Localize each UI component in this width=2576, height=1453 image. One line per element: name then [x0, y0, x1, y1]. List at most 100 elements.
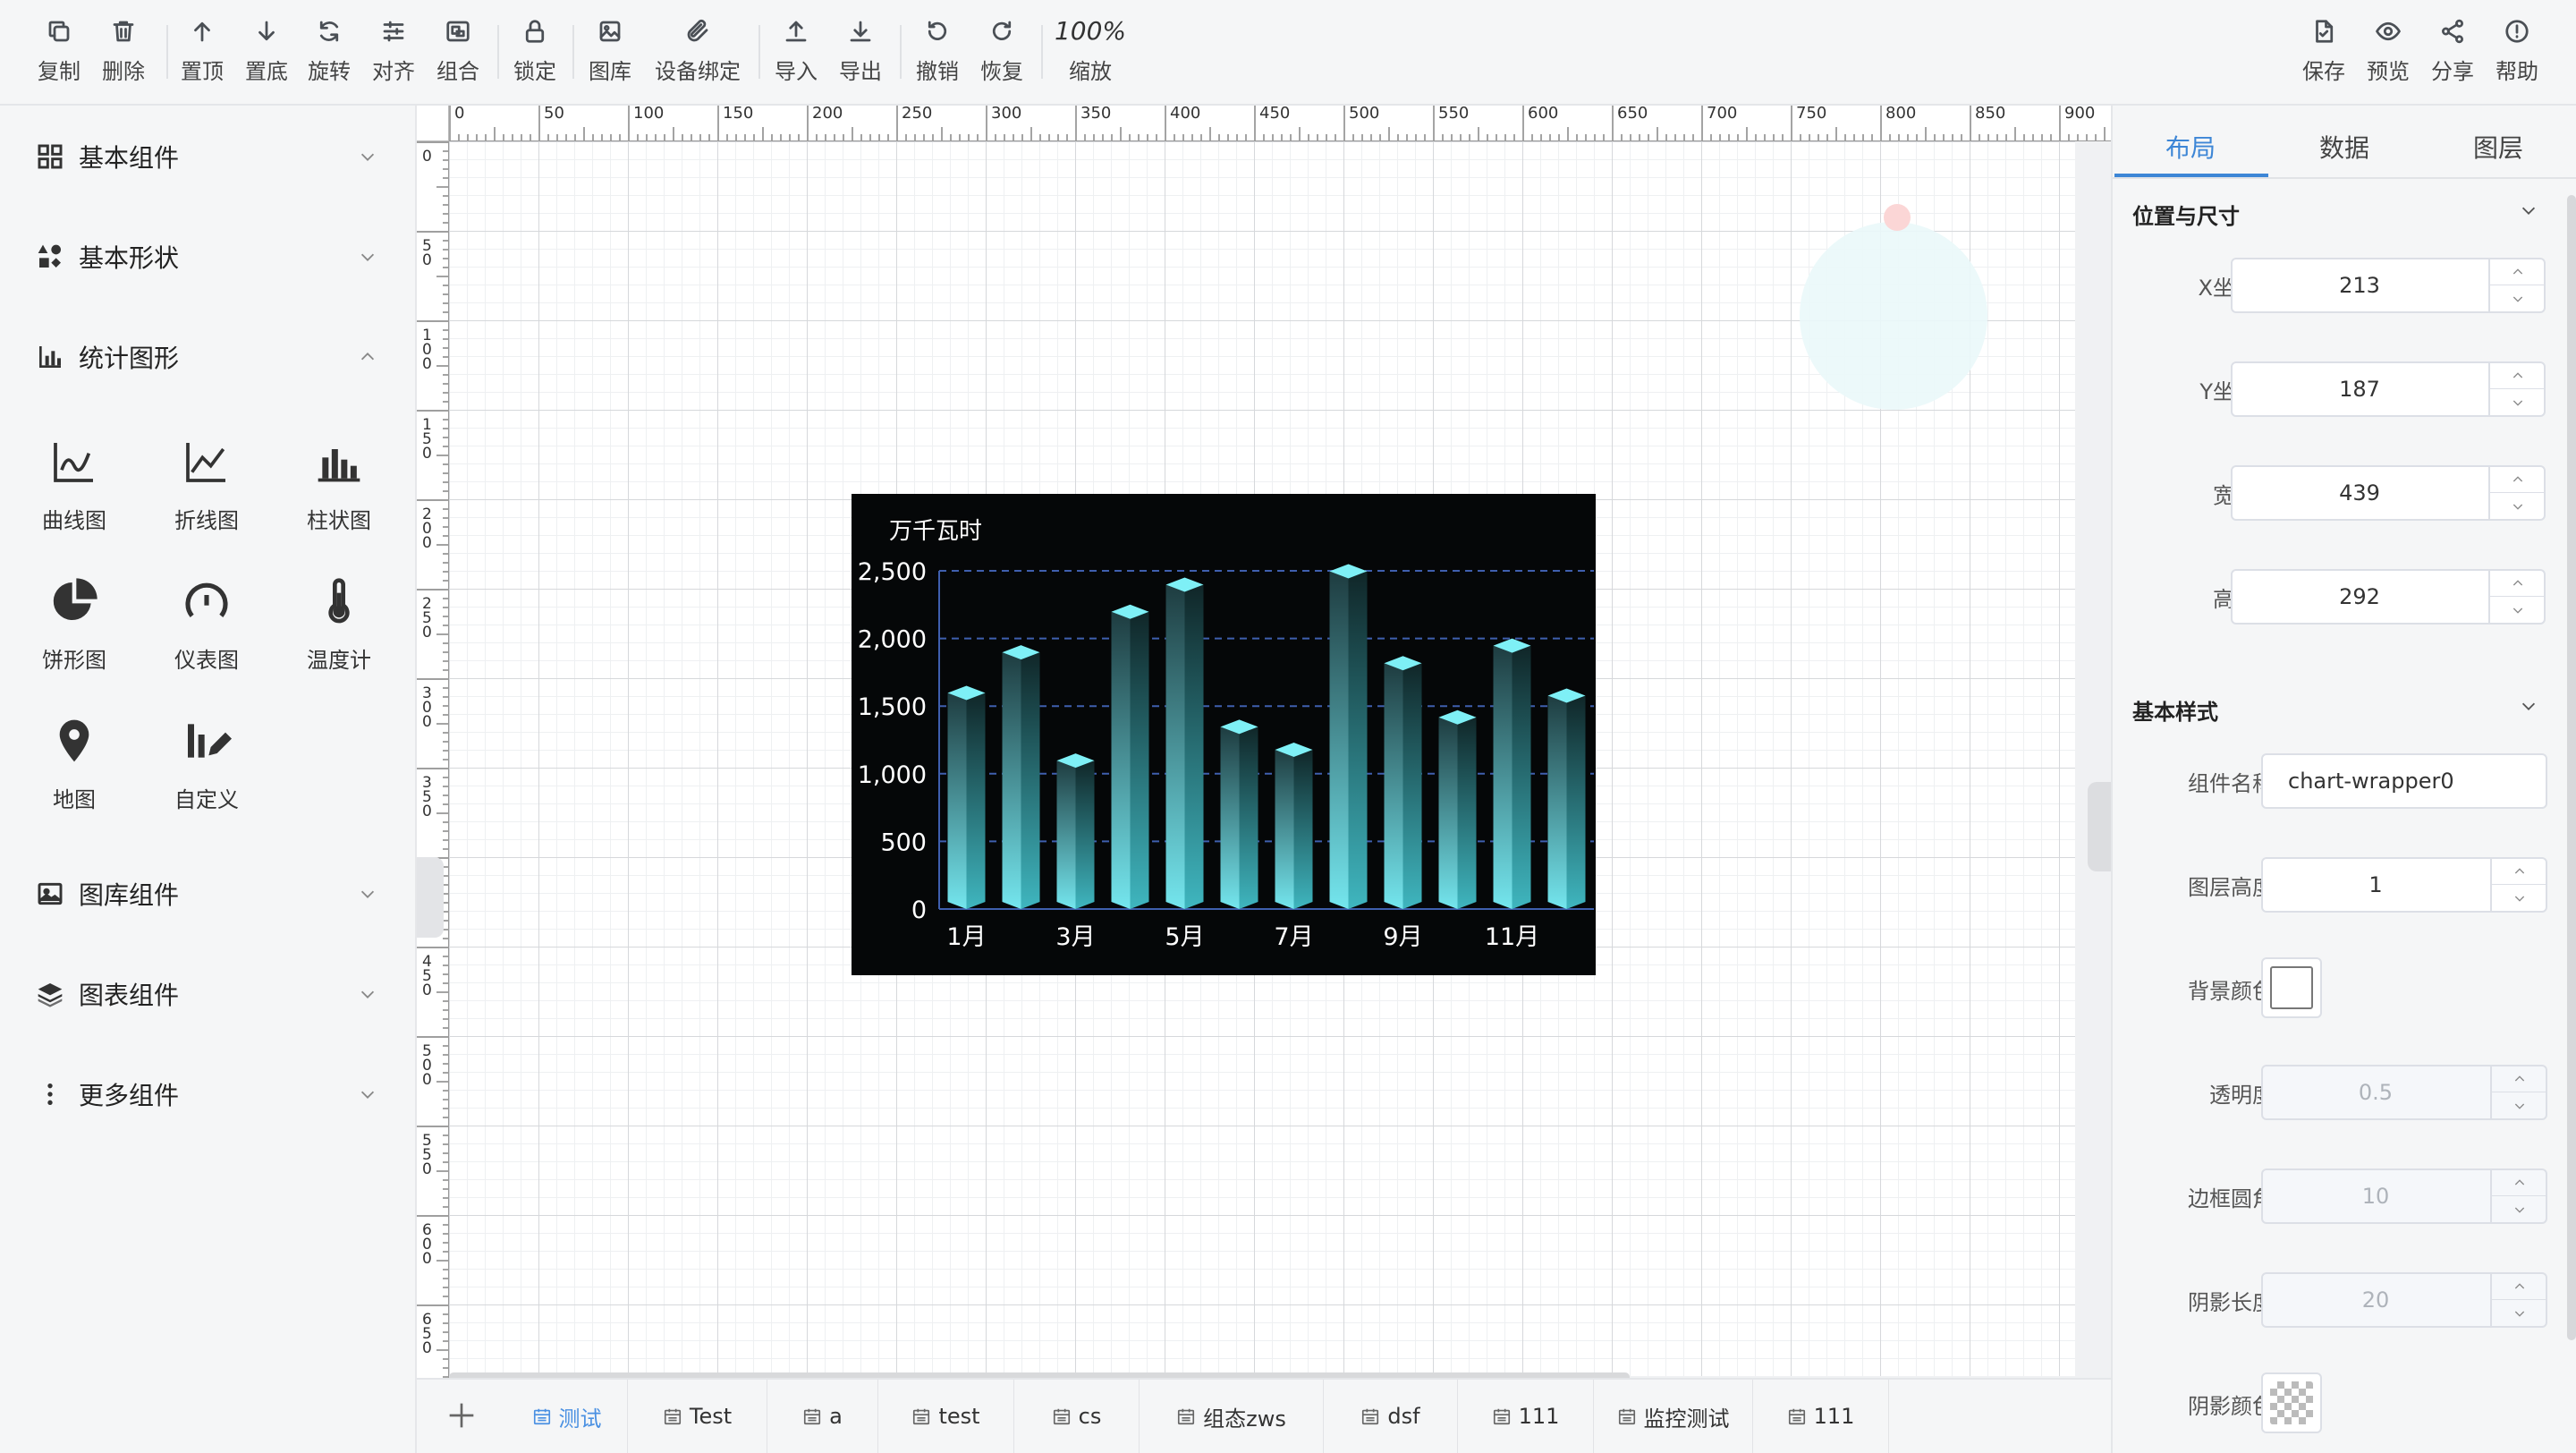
step-up[interactable]	[2490, 571, 2546, 597]
step-down[interactable]	[2490, 285, 2546, 311]
page-tab[interactable]: dsf	[1324, 1380, 1458, 1453]
collapse-panel-handle[interactable]	[2088, 782, 2111, 871]
step-up[interactable]	[2492, 1274, 2547, 1300]
page-tab[interactable]: Test	[628, 1380, 767, 1453]
page-tab[interactable]: 监控测试	[1594, 1380, 1753, 1453]
ruler-label: 300	[991, 106, 1021, 123]
shadow-stepper[interactable]	[2490, 1274, 2547, 1326]
height-stepper[interactable]	[2488, 571, 2546, 623]
x-stepper[interactable]	[2488, 259, 2546, 311]
radius-stepper[interactable]	[2490, 1170, 2547, 1222]
save-button[interactable]: 保存	[2299, 18, 2349, 89]
lock-button[interactable]: 锁定	[510, 18, 560, 89]
align-button[interactable]: 对齐	[369, 18, 419, 89]
layer-height-input[interactable]: 1	[2261, 857, 2547, 913]
gallery-button[interactable]: 图库	[585, 18, 635, 89]
import-button[interactable]: 导入	[771, 18, 821, 89]
page-tab[interactable]: cs	[1014, 1380, 1140, 1453]
rotate-button[interactable]: 旋转	[304, 18, 354, 89]
panel-scrollbar[interactable]	[2567, 195, 2576, 1340]
page-tab[interactable]: 111	[1753, 1380, 1889, 1453]
chevron-down-icon[interactable]	[2519, 696, 2538, 716]
ruler-label: 0	[422, 534, 432, 552]
opacity-stepper[interactable]	[2490, 1066, 2547, 1118]
category-basic-shapes[interactable]: 基本形状	[0, 225, 417, 288]
width-stepper[interactable]	[2488, 467, 2546, 519]
add-page-icon[interactable]	[444, 1398, 479, 1433]
collapse-sidebar-handle[interactable]	[417, 857, 444, 938]
page-tab-label: Test	[689, 1404, 733, 1429]
component-pie-chart[interactable]: 饼形图	[16, 576, 132, 693]
step-down[interactable]	[2490, 597, 2546, 623]
border-radius-input[interactable]: 10	[2261, 1168, 2547, 1224]
ruler-label: 800	[1885, 106, 1916, 123]
ghost-component[interactable]	[1800, 222, 1987, 410]
preview-button[interactable]: 预览	[2363, 18, 2413, 89]
zoom-button[interactable]: 100% 缩放	[1052, 18, 1129, 89]
category-gallery-components[interactable]: 图库组件	[0, 862, 417, 925]
y-input[interactable]: 187	[2231, 361, 2546, 417]
layer-stepper[interactable]	[2490, 859, 2547, 911]
page-tab[interactable]: 组态zws	[1140, 1380, 1324, 1453]
shadow-color-picker[interactable]	[2261, 1372, 2322, 1433]
step-up[interactable]	[2492, 859, 2547, 885]
category-label: 基本形状	[79, 243, 180, 273]
device-bind-button[interactable]: 设备绑定	[653, 18, 742, 89]
bar-chart-component[interactable]: 万千瓦时 0 500 1,000 1,500 2,000 2,500 1月 3月 5月 7月 9月 11…	[852, 494, 1596, 975]
tab-layout[interactable]: 布局	[2114, 122, 2267, 175]
step-down[interactable]	[2492, 1196, 2547, 1222]
redo-button[interactable]: 恢复	[977, 18, 1027, 89]
send-to-bottom-button[interactable]: 置底	[242, 18, 292, 89]
align-label: 对齐	[372, 59, 415, 84]
step-down[interactable]	[2490, 389, 2546, 415]
help-button[interactable]: 帮助	[2492, 18, 2542, 89]
component-bar-chart[interactable]: 柱状图	[281, 437, 397, 553]
page-tab[interactable]: 测试	[506, 1380, 628, 1453]
category-more-components[interactable]: 更多组件	[0, 1063, 417, 1126]
category-basic-components[interactable]: 基本组件	[0, 125, 417, 188]
tab-layers[interactable]: 图层	[2422, 122, 2574, 175]
step-up[interactable]	[2490, 363, 2546, 389]
help-label: 帮助	[2496, 59, 2538, 84]
y-stepper[interactable]	[2488, 363, 2546, 415]
step-down[interactable]	[2490, 493, 2546, 519]
width-input[interactable]: 439	[2231, 465, 2546, 521]
bring-to-top-button[interactable]: 置顶	[177, 18, 227, 89]
background-color-picker[interactable]	[2261, 957, 2322, 1018]
height-input[interactable]: 292	[2231, 569, 2546, 625]
opacity-input[interactable]: 0.5	[2261, 1065, 2547, 1120]
shadow-length-input[interactable]: 20	[2261, 1272, 2547, 1328]
step-down[interactable]	[2492, 1300, 2547, 1326]
section-position-size[interactable]: 位置与尺寸	[2132, 199, 2240, 230]
component-line-chart[interactable]: 折线图	[148, 437, 265, 553]
x-input[interactable]: 213	[2231, 258, 2546, 313]
tab-data[interactable]: 数据	[2268, 122, 2420, 175]
component-map[interactable]: 地图	[16, 716, 132, 832]
step-up[interactable]	[2492, 1066, 2547, 1092]
component-name-input[interactable]: chart-wrapper0	[2261, 753, 2547, 809]
component-gauge[interactable]: 仪表图	[148, 576, 265, 693]
step-down[interactable]	[2492, 1092, 2547, 1118]
step-down[interactable]	[2492, 885, 2547, 911]
copy-button[interactable]: 复制	[34, 18, 84, 89]
bar	[1056, 753, 1095, 909]
chevron-down-icon[interactable]	[2519, 200, 2538, 220]
group-button[interactable]: 组合	[433, 18, 483, 89]
component-curve-chart[interactable]: 曲线图	[16, 437, 132, 553]
category-chart-components[interactable]: 图表组件	[0, 963, 417, 1025]
undo-button[interactable]: 撤销	[912, 18, 962, 89]
step-up[interactable]	[2490, 467, 2546, 493]
component-custom[interactable]: 自定义	[148, 716, 265, 832]
delete-button[interactable]: 删除	[98, 18, 148, 89]
step-up[interactable]	[2490, 259, 2546, 285]
share-button[interactable]: 分享	[2428, 18, 2478, 89]
component-thermometer[interactable]: 温度计	[281, 576, 397, 693]
page-tab[interactable]: test	[878, 1380, 1014, 1453]
step-up[interactable]	[2492, 1170, 2547, 1196]
export-button[interactable]: 导出	[835, 18, 886, 89]
trash-icon	[113, 21, 134, 42]
section-basic-style[interactable]: 基本样式	[2132, 694, 2218, 726]
page-tab[interactable]: a	[767, 1380, 878, 1453]
page-tab[interactable]: 111	[1458, 1380, 1594, 1453]
category-statistical-charts[interactable]: 统计图形	[0, 326, 417, 388]
